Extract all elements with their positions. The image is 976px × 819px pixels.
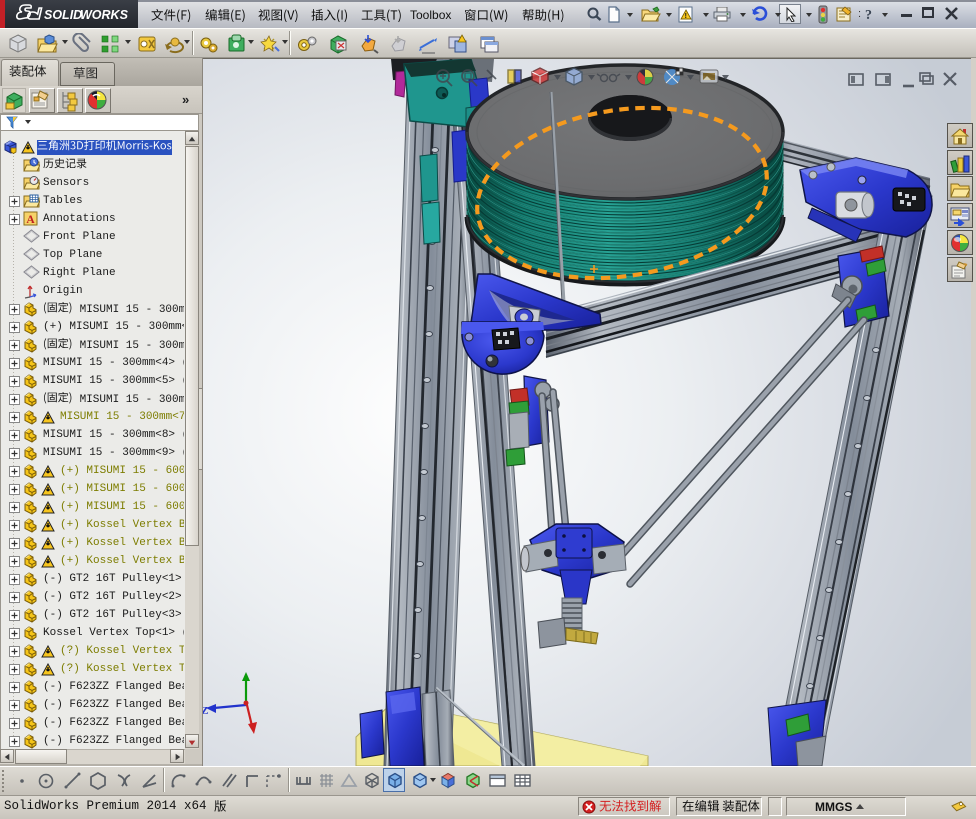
svg-text:SOLID: SOLID <box>44 8 82 22</box>
svg-text:A: A <box>26 214 35 226</box>
svg-text:!: ! <box>685 13 687 20</box>
svg-text:?: ? <box>865 8 872 23</box>
svg-text:Z: Z <box>203 705 208 717</box>
svg-text:WORKS: WORKS <box>80 8 129 22</box>
